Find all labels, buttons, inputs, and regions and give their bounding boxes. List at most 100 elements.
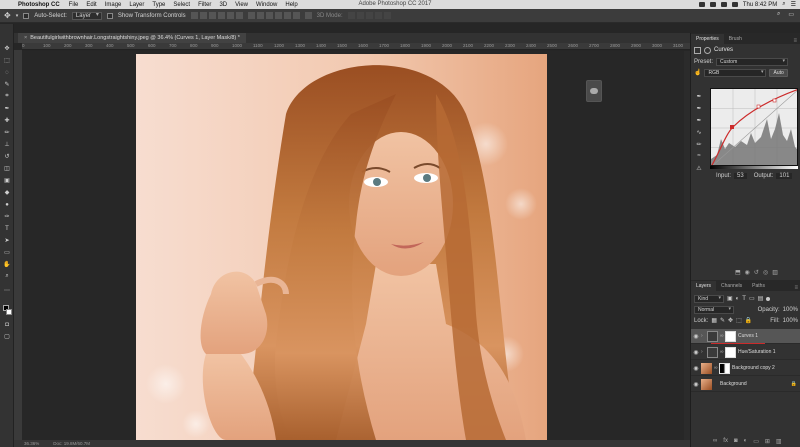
marquee-tool-icon[interactable]: ⬚ bbox=[2, 56, 12, 65]
visibility-eye-icon[interactable]: ◉ bbox=[691, 349, 701, 356]
layer-row-background[interactable]: ◉ Background 🔒 bbox=[691, 377, 800, 392]
curves-input-gradient[interactable] bbox=[710, 166, 798, 169]
curves-graph[interactable] bbox=[710, 88, 798, 166]
menu-edit[interactable]: Edit bbox=[82, 2, 100, 8]
hand-tool-icon[interactable]: ✋ bbox=[2, 260, 12, 269]
new-group-icon[interactable]: ▭ bbox=[753, 438, 759, 445]
align-bottom-icon[interactable] bbox=[208, 12, 216, 19]
layer-row-curves[interactable]: ◉ › ∞ Curves 1 bbox=[691, 329, 800, 344]
tab-paths[interactable]: Paths bbox=[747, 281, 770, 291]
lasso-tool-icon[interactable]: ◌ bbox=[2, 68, 12, 77]
layer-row-hue-saturation[interactable]: ◉ › ∞ Hue/Saturation 1 bbox=[691, 345, 800, 360]
visibility-eye-icon[interactable]: ◉ bbox=[691, 381, 701, 388]
menu-help[interactable]: Help bbox=[281, 2, 301, 8]
3d-roll-icon[interactable] bbox=[356, 12, 364, 19]
healing-brush-tool-icon[interactable]: ✚ bbox=[2, 116, 12, 125]
blur-tool-icon[interactable]: ◆ bbox=[2, 188, 12, 197]
black-point-eyedropper-icon[interactable]: ✒ bbox=[695, 92, 703, 100]
eyedropper-tool-icon[interactable]: ✒ bbox=[2, 104, 12, 113]
clipping-warning-icon[interactable]: ⚠ bbox=[695, 164, 703, 172]
background-color-swatch[interactable] bbox=[6, 309, 12, 315]
menu-file[interactable]: File bbox=[65, 2, 83, 8]
clone-stamp-tool-icon[interactable]: ⊥ bbox=[2, 140, 12, 149]
opacity-value[interactable]: 100% bbox=[783, 307, 798, 313]
tab-channels[interactable]: Channels bbox=[716, 281, 747, 291]
view-previous-icon[interactable]: ◉ bbox=[745, 269, 750, 276]
menu-3d[interactable]: 3D bbox=[215, 2, 231, 8]
filter-adjust-icon[interactable]: ◐ bbox=[736, 296, 740, 302]
workspace-icon[interactable]: ▭ bbox=[788, 11, 794, 18]
dropdown-chevron-icon[interactable]: ▾ bbox=[16, 13, 19, 19]
panel-menu-icon[interactable]: ≡ bbox=[793, 38, 800, 44]
crop-tool-icon[interactable]: ⌗ bbox=[2, 92, 12, 101]
layer-name[interactable]: Hue/Saturation 1 bbox=[738, 349, 776, 355]
path-select-tool-icon[interactable]: ➤ bbox=[2, 236, 12, 245]
layer-mask-thumb[interactable] bbox=[719, 362, 730, 374]
layer-name[interactable]: Background copy 2 bbox=[732, 365, 775, 371]
lock-paint-icon[interactable]: ✎ bbox=[720, 317, 725, 324]
screen-mode-icon[interactable]: ▢ bbox=[2, 332, 12, 341]
auto-select-dropdown[interactable]: Layer bbox=[71, 11, 102, 20]
fill-value[interactable]: 100% bbox=[783, 318, 798, 324]
layer-mask-thumb[interactable] bbox=[725, 330, 736, 342]
distribute-bottom-icon[interactable] bbox=[265, 12, 273, 19]
align-vcenter-icon[interactable] bbox=[199, 12, 207, 19]
3d-slide-icon[interactable] bbox=[374, 12, 382, 19]
battery-icon[interactable] bbox=[731, 2, 738, 7]
zoom-tool-icon[interactable]: ⌕ bbox=[2, 272, 12, 281]
3d-rotate-icon[interactable] bbox=[347, 12, 355, 19]
wifi-icon[interactable] bbox=[709, 2, 716, 7]
menu-view[interactable]: View bbox=[231, 2, 252, 8]
quick-mask-icon[interactable]: ◘ bbox=[2, 320, 12, 329]
layer-name[interactable]: Background bbox=[720, 381, 747, 387]
gray-point-eyedropper-icon[interactable]: ✒ bbox=[695, 104, 703, 112]
vertical-ruler[interactable] bbox=[14, 50, 22, 440]
doc-info[interactable]: Doc: 19.8M/60.7M bbox=[53, 441, 90, 446]
layer-mask-thumb[interactable] bbox=[725, 346, 736, 358]
input-value[interactable]: 53 bbox=[734, 173, 747, 179]
preset-dropdown[interactable]: Custom bbox=[716, 57, 789, 66]
gradient-tool-icon[interactable]: ▣ bbox=[2, 176, 12, 185]
link-layers-icon[interactable]: ∞ bbox=[713, 438, 717, 445]
tab-layers[interactable]: Layers bbox=[691, 281, 717, 291]
horizontal-ruler[interactable]: 0 100 200 300 400 500 600 700 800 900 1000 1100 1200… bbox=[22, 43, 690, 50]
filter-shape-icon[interactable]: ▭ bbox=[749, 295, 755, 302]
mask-icon[interactable] bbox=[704, 46, 711, 54]
3d-drag-icon[interactable] bbox=[365, 12, 373, 19]
quick-select-tool-icon[interactable]: ✎ bbox=[2, 80, 12, 89]
reset-icon[interactable]: ↺ bbox=[754, 269, 759, 276]
show-transform-checkbox[interactable] bbox=[106, 12, 113, 19]
layer-row-background-copy-2[interactable]: ◉ ∞ Background copy 2 bbox=[691, 361, 800, 376]
lock-icon[interactable]: 🔒 bbox=[791, 381, 797, 387]
auto-button[interactable]: Auto bbox=[769, 68, 788, 77]
pencil-draw-icon[interactable]: ✏ bbox=[695, 140, 703, 148]
white-point-eyedropper-icon[interactable]: ✒ bbox=[695, 116, 703, 124]
document-image[interactable] bbox=[136, 54, 547, 440]
distribute-hcenter-icon[interactable] bbox=[283, 12, 291, 19]
filter-pixel-icon[interactable]: ▣ bbox=[727, 295, 733, 302]
output-value[interactable]: 101 bbox=[776, 173, 793, 179]
move-tool-icon[interactable]: ✥ bbox=[4, 11, 11, 20]
new-adjustment-icon[interactable]: ◐ bbox=[744, 438, 748, 445]
menu-window[interactable]: Window bbox=[252, 2, 281, 8]
menu-select[interactable]: Select bbox=[169, 2, 194, 8]
filter-smart-icon[interactable]: ▤ bbox=[758, 295, 764, 302]
add-mask-icon[interactable]: ◙ bbox=[734, 438, 738, 445]
visibility-icon[interactable]: ◎ bbox=[763, 269, 768, 276]
blend-mode-dropdown[interactable]: Normal bbox=[694, 305, 734, 314]
filter-type-icon[interactable]: T bbox=[742, 296, 746, 302]
more-tools-icon[interactable]: ⋯ bbox=[2, 286, 12, 295]
lock-artboard-icon[interactable]: ⬚ bbox=[736, 317, 742, 324]
close-tab-icon[interactable]: × bbox=[24, 35, 27, 41]
floating-panel-button[interactable] bbox=[586, 80, 602, 102]
curve-point-icon[interactable]: ∿ bbox=[695, 128, 703, 136]
visibility-eye-icon[interactable]: ◉ bbox=[691, 365, 701, 372]
tab-brush[interactable]: Brush bbox=[724, 34, 747, 44]
auto-select-checkbox[interactable] bbox=[23, 12, 30, 19]
lock-position-icon[interactable]: ✥ bbox=[728, 317, 733, 324]
distribute-right-icon[interactable] bbox=[292, 12, 300, 19]
volume-icon[interactable] bbox=[720, 2, 727, 7]
align-top-icon[interactable] bbox=[190, 12, 198, 19]
document-tab[interactable]: × Beautifulgirlwithbrownhair.Longstraight… bbox=[18, 33, 246, 43]
filter-toggle-icon[interactable] bbox=[766, 296, 771, 301]
